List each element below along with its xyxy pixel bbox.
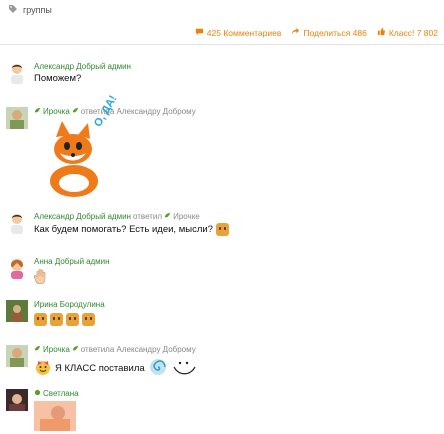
reply-info[interactable]: ответила Александру Доброму	[81, 345, 196, 354]
smiley-icon	[34, 313, 47, 326]
comment: Ирина Бородулина	[0, 300, 444, 330]
share-button[interactable]: Поделиться 486	[291, 27, 367, 38]
avatar[interactable]	[6, 62, 28, 84]
reply-target[interactable]: Ирочке	[173, 212, 200, 221]
author-role: админ	[107, 212, 131, 221]
comment-text: Я КЛАСС поставила	[55, 363, 145, 374]
comment: Анна Добрый админ	[0, 257, 444, 287]
comment: Александр Добрый админ ответил Ирочке Ка…	[0, 212, 444, 242]
comment-author[interactable]: Ирочка	[43, 345, 70, 354]
author-role: админ	[86, 257, 110, 266]
comment: Александр Добрый админ Поможем?	[0, 62, 444, 92]
smiley-face-icon	[171, 357, 197, 380]
comment: Ирочка ответила Александру Доброму Я КЛА…	[0, 345, 444, 381]
klass-count: Класс! 7 802	[388, 27, 438, 38]
share-icon	[291, 27, 300, 38]
green-leaf-icon	[72, 345, 79, 354]
comment-author[interactable]: Ирочка	[43, 107, 70, 116]
comment-text: Как будем помогать? Есть идеи, мысли?	[34, 224, 213, 235]
avatar[interactable]	[6, 300, 28, 322]
author-role: админ	[107, 62, 131, 71]
avatar[interactable]	[6, 107, 28, 129]
comment: Светлана	[0, 389, 444, 431]
comments-count-button[interactable]: 425 Комментариев	[195, 27, 282, 38]
reply-verb: ответил	[132, 212, 163, 221]
comment-author[interactable]: Ирина Бородулина	[34, 300, 105, 309]
avatar[interactable]	[6, 345, 28, 367]
green-leaf-icon	[34, 345, 41, 354]
smiley-with-bow-icon	[34, 358, 52, 379]
waving-hand-icon	[33, 268, 48, 287]
stats-bar: 425 Комментариев Поделиться 486 Класс! 7…	[0, 22, 444, 42]
comment: Ирочка ответила Александру Доброму О, ДА…	[0, 93, 444, 207]
comment-text: Поможем?	[34, 73, 82, 84]
sad-smiley-icon	[215, 223, 229, 236]
green-leaf-icon	[164, 212, 171, 221]
comment-author[interactable]: Александр Добрый	[34, 62, 105, 71]
green-leaf-icon	[72, 107, 79, 116]
badge-icon	[34, 389, 41, 398]
groups-link[interactable]: группы	[8, 4, 52, 16]
avatar[interactable]	[6, 257, 28, 279]
smiley-icon	[50, 313, 63, 326]
top-bar: группы	[0, 0, 444, 20]
avatar[interactable]	[6, 212, 28, 234]
groups-label: группы	[23, 5, 52, 15]
smiley-icon	[66, 313, 79, 326]
fox-sticker: О, ДА!	[40, 93, 119, 201]
green-leaf-icon	[34, 107, 41, 116]
thumbs-up-icon	[377, 27, 386, 38]
tag-icon	[8, 4, 18, 16]
comment-icon	[195, 27, 204, 38]
divider	[0, 44, 444, 45]
comment-author[interactable]: Анна Добрый	[34, 257, 84, 266]
swirl-icon	[148, 357, 168, 380]
share-count: Поделиться 486	[303, 27, 367, 38]
comment-author[interactable]: Александр Добрый	[34, 212, 105, 221]
klass-button[interactable]: Класс! 7 802	[377, 27, 438, 38]
attached-image[interactable]	[34, 401, 76, 431]
avatar[interactable]	[6, 389, 28, 411]
comments-count: 425 Комментариев	[206, 27, 282, 38]
comment-author[interactable]: Светлана	[43, 389, 79, 398]
smiley-icon	[82, 313, 95, 326]
